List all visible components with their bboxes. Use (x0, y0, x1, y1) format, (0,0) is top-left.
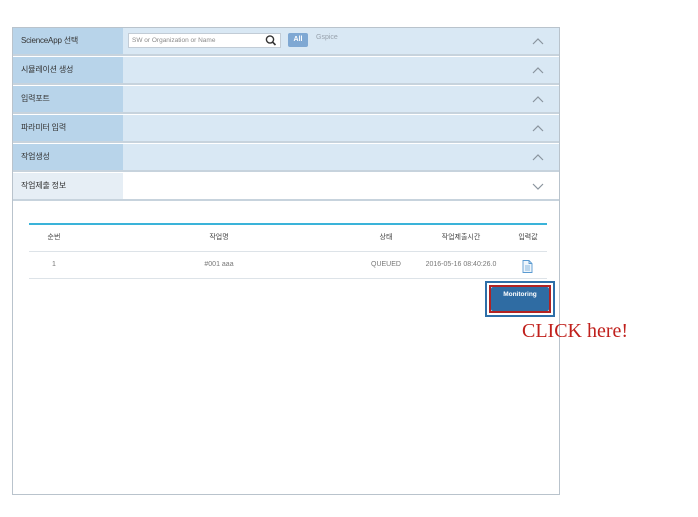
accordion-body (123, 115, 559, 141)
search-input[interactable] (132, 34, 260, 47)
chevron-up-icon[interactable] (531, 121, 545, 135)
column-header-job-name: 작업명 (209, 234, 229, 241)
job-table: 순번 작업명 상태 작업제출시간 입력값 1 #001 aaa QUEUED 2… (29, 223, 547, 279)
column-header-input: 입력값 (518, 234, 538, 241)
column-header-submit-time: 작업제출시간 (441, 234, 481, 241)
cell-status: QUEUED (371, 261, 401, 268)
accordion-label[interactable]: 입력포트 (13, 86, 123, 112)
accordion-scienceapp-select[interactable]: ScienceApp 선택 All Gspice (13, 28, 559, 56)
accordion-body (123, 86, 559, 112)
accordion-parameter-input[interactable]: 파라미터 입력 (13, 115, 559, 143)
click-here-annotation: CLICK here! (522, 320, 629, 342)
accordion-job-submit-info[interactable]: 작업제출 정보 (13, 173, 559, 201)
accordion-label[interactable]: 파라미터 입력 (13, 115, 123, 141)
chevron-up-icon[interactable] (531, 150, 545, 164)
monitoring-highlight-frame: Monitoring (485, 281, 555, 317)
gspice-filter-link[interactable]: Gspice (316, 34, 338, 41)
chevron-up-icon[interactable] (531, 92, 545, 106)
accordion-body (123, 57, 559, 83)
chevron-down-icon[interactable] (531, 179, 545, 193)
simulation-panel: ScienceApp 선택 All Gspice 시뮬레이션 생성 (12, 27, 560, 495)
cell-submit-time: 2016-05-16 08:40:26.0 (425, 261, 497, 268)
chevron-up-icon[interactable] (531, 34, 545, 48)
accordion-simulation-create[interactable]: 시뮬레이션 생성 (13, 57, 559, 85)
accordion-label[interactable]: 작업제출 정보 (13, 173, 123, 199)
table-row[interactable]: 1 #001 aaa QUEUED 2016-05-16 08:40:26.0 (29, 252, 547, 279)
monitoring-button[interactable]: Monitoring (491, 287, 549, 311)
search-box (128, 33, 281, 48)
accordion-label[interactable]: 시뮬레이션 생성 (13, 57, 123, 83)
column-header-status: 상태 (379, 234, 393, 241)
cell-job-name: #001 aaa (204, 261, 234, 268)
all-filter-button[interactable]: All (288, 33, 308, 47)
accordion-body: All Gspice (123, 28, 559, 54)
chevron-up-icon[interactable] (531, 63, 545, 77)
column-header-number: 순번 (47, 234, 61, 241)
accordion-body (123, 144, 559, 170)
accordion-label[interactable]: 작업생성 (13, 144, 123, 170)
cell-input (509, 252, 547, 278)
table-header-row: 순번 작업명 상태 작업제출시간 입력값 (29, 225, 547, 252)
accordion-input-port[interactable]: 입력포트 (13, 86, 559, 114)
accordion-label[interactable]: ScienceApp 선택 (13, 28, 123, 54)
cell-number: 1 (52, 261, 56, 268)
accordion-job-create[interactable]: 작업생성 (13, 144, 559, 172)
accordion-body (123, 173, 559, 199)
search-icon[interactable] (264, 34, 278, 47)
